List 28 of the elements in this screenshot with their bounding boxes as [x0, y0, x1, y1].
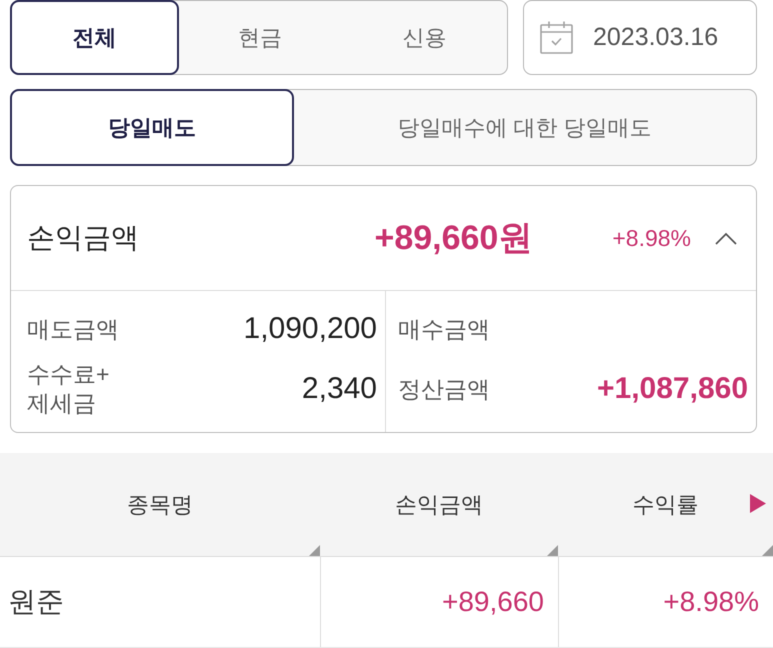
account-tab[interactable]: 신용 [342, 1, 508, 74]
corner-triangle-icon [309, 545, 320, 556]
detail-value: 1,090,200 [244, 312, 377, 346]
right-triangle-icon[interactable] [750, 494, 766, 513]
detail-value: +1,087,860 [597, 372, 748, 406]
table-cell: +8.98% [558, 557, 773, 647]
corner-triangle-icon [762, 545, 773, 556]
account-tab[interactable]: 전체 [10, 0, 179, 75]
table-cell: +89,660 [320, 557, 558, 647]
corner-triangle-icon [547, 545, 558, 556]
calendar-icon [540, 21, 573, 54]
trade-tab[interactable]: 당일매수에 대한 당일매도 [293, 90, 756, 165]
detail-label: 매도금액 [27, 314, 120, 344]
profit-rate: +8.98% [612, 224, 691, 252]
trade-tab[interactable]: 당일매도 [10, 89, 294, 166]
detail-label: 정산금액 [398, 374, 491, 404]
column-header[interactable]: 손익금액 [395, 490, 483, 520]
detail-value: 2,340 [302, 372, 377, 406]
date-field[interactable]: 2023.03.16 [523, 0, 757, 75]
detail-label: 매수금액 [398, 314, 491, 344]
table-cell-text: 원준 [7, 585, 65, 619]
account-tab[interactable]: 현금 [178, 1, 342, 74]
profit-amount: +89,660원 [374, 218, 532, 259]
column-header[interactable]: 수익률 [632, 490, 698, 520]
column-header[interactable]: 종목명 [127, 490, 193, 520]
chevron-up-icon[interactable] [715, 232, 737, 244]
summary-label: 손익금액 [27, 221, 140, 255]
detail-label: 수수료+ 제세금 [27, 360, 110, 418]
